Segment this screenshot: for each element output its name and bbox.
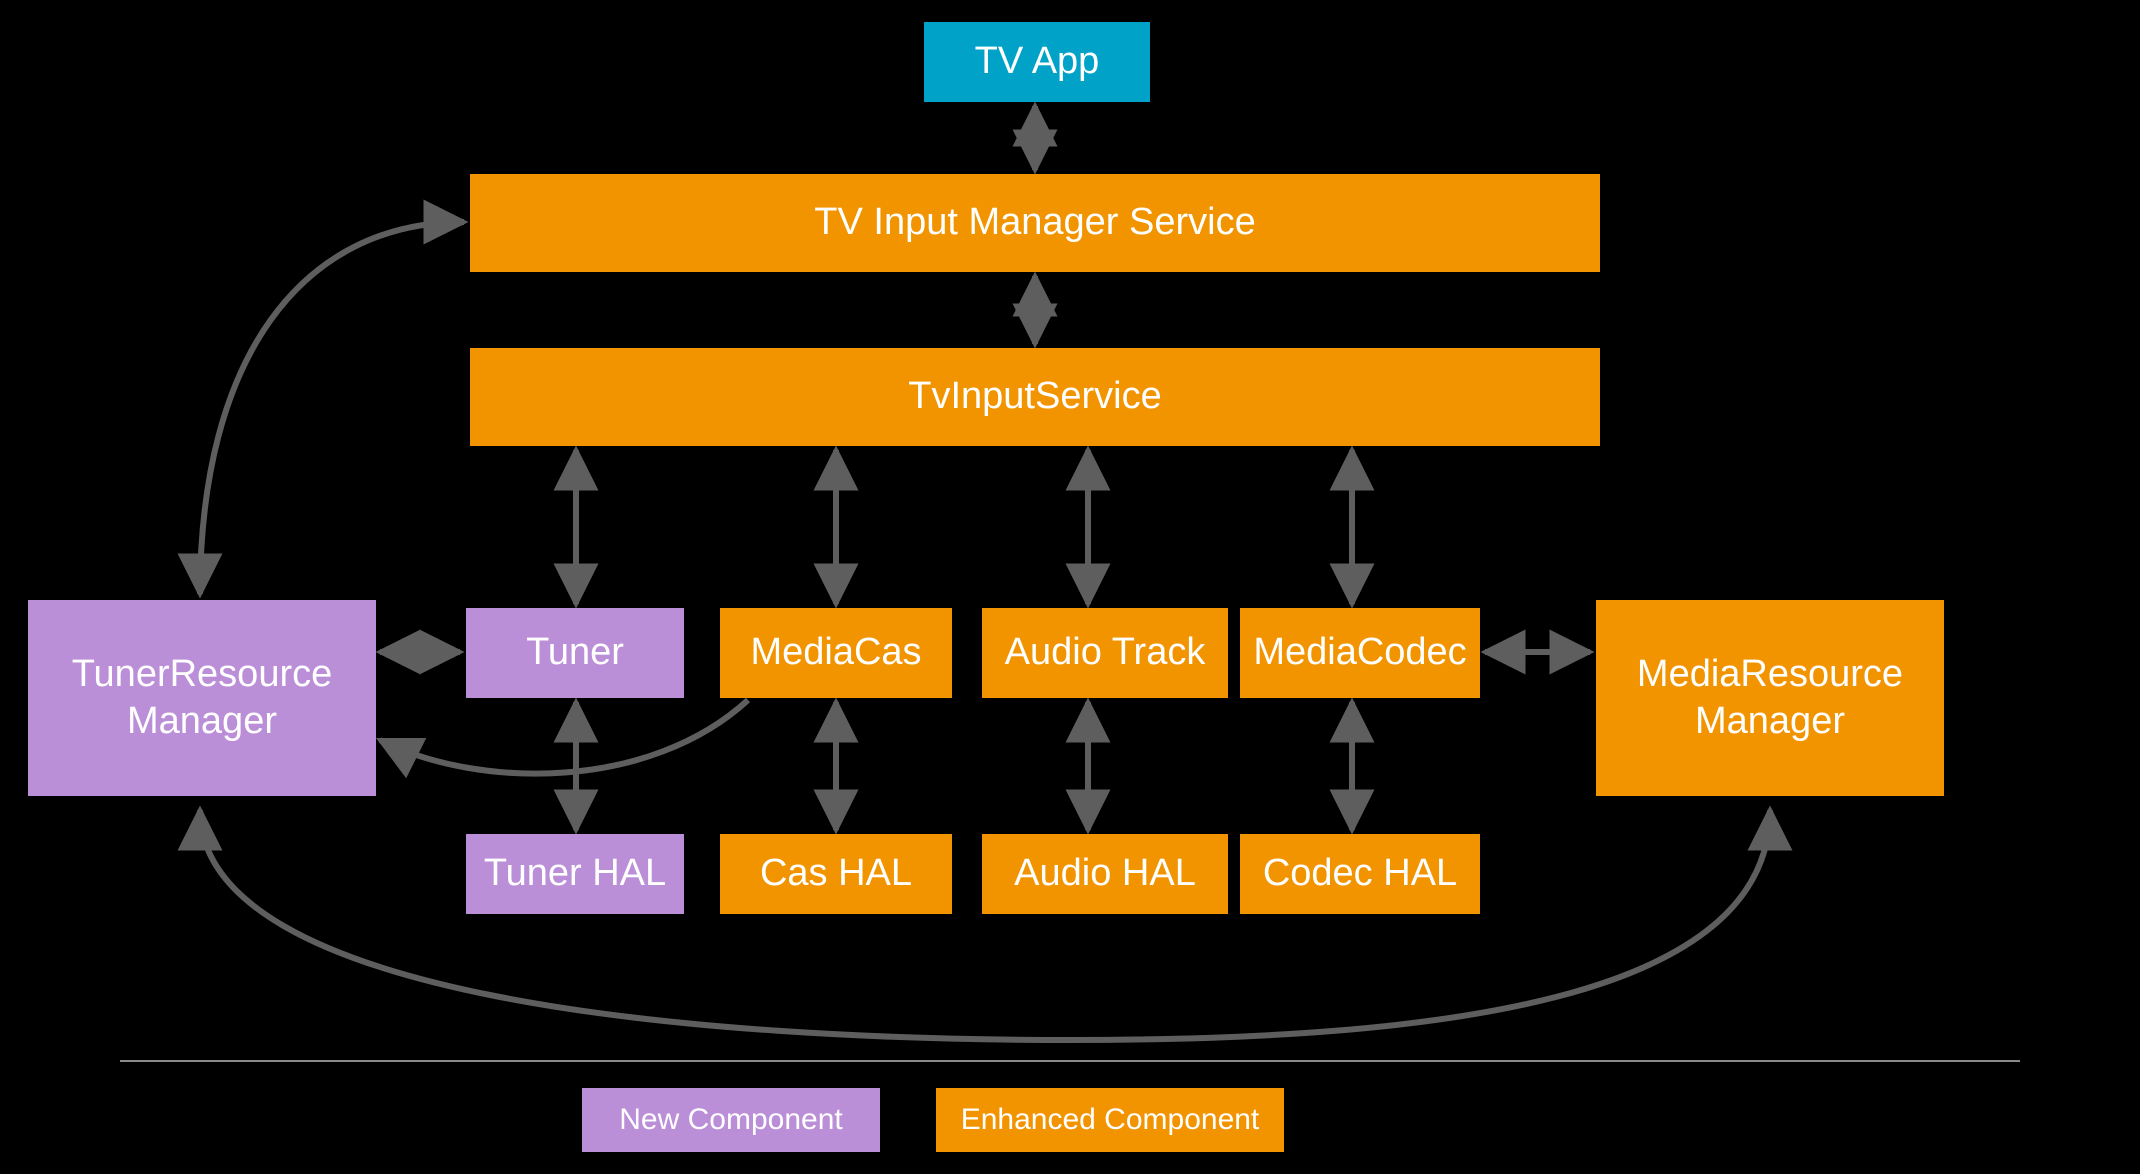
node-label: Tuner HAL (484, 850, 666, 898)
node-tuner: Tuner (466, 608, 684, 698)
node-audio-hal: Audio HAL (982, 834, 1228, 914)
node-label: Audio HAL (1014, 850, 1196, 898)
node-label: MediaResource Manager (1637, 651, 1903, 746)
node-label: TvInputService (908, 373, 1161, 421)
node-tv-input-manager-service: TV Input Manager Service (470, 174, 1600, 272)
node-label: Audio Track (1005, 629, 1206, 677)
legend-label: Enhanced Component (961, 1103, 1260, 1137)
node-tv-input-service: TvInputService (470, 348, 1600, 446)
legend-enhanced-component: Enhanced Component (936, 1088, 1284, 1152)
node-label: TV App (975, 38, 1100, 86)
node-media-resource-manager: MediaResource Manager (1596, 600, 1944, 796)
legend-divider (120, 1060, 2020, 1062)
diagram-canvas: TV App TV Input Manager Service TvInputS… (0, 0, 2140, 1174)
node-tuner-resource-manager: TunerResource Manager (28, 600, 376, 796)
node-media-codec: MediaCodec (1240, 608, 1480, 698)
node-tv-app: TV App (924, 22, 1150, 102)
legend-new-component: New Component (582, 1088, 880, 1152)
node-label: TV Input Manager Service (814, 199, 1255, 247)
node-media-cas: MediaCas (720, 608, 952, 698)
node-audio-track: Audio Track (982, 608, 1228, 698)
node-label: Cas HAL (760, 850, 912, 898)
legend-label: New Component (619, 1103, 842, 1137)
node-label: Codec HAL (1263, 850, 1457, 898)
node-label: MediaCas (750, 629, 921, 677)
node-cas-hal: Cas HAL (720, 834, 952, 914)
node-label: TunerResource Manager (72, 651, 333, 746)
node-tuner-hal: Tuner HAL (466, 834, 684, 914)
node-label: MediaCodec (1253, 629, 1466, 677)
node-codec-hal: Codec HAL (1240, 834, 1480, 914)
node-label: Tuner (526, 629, 624, 677)
